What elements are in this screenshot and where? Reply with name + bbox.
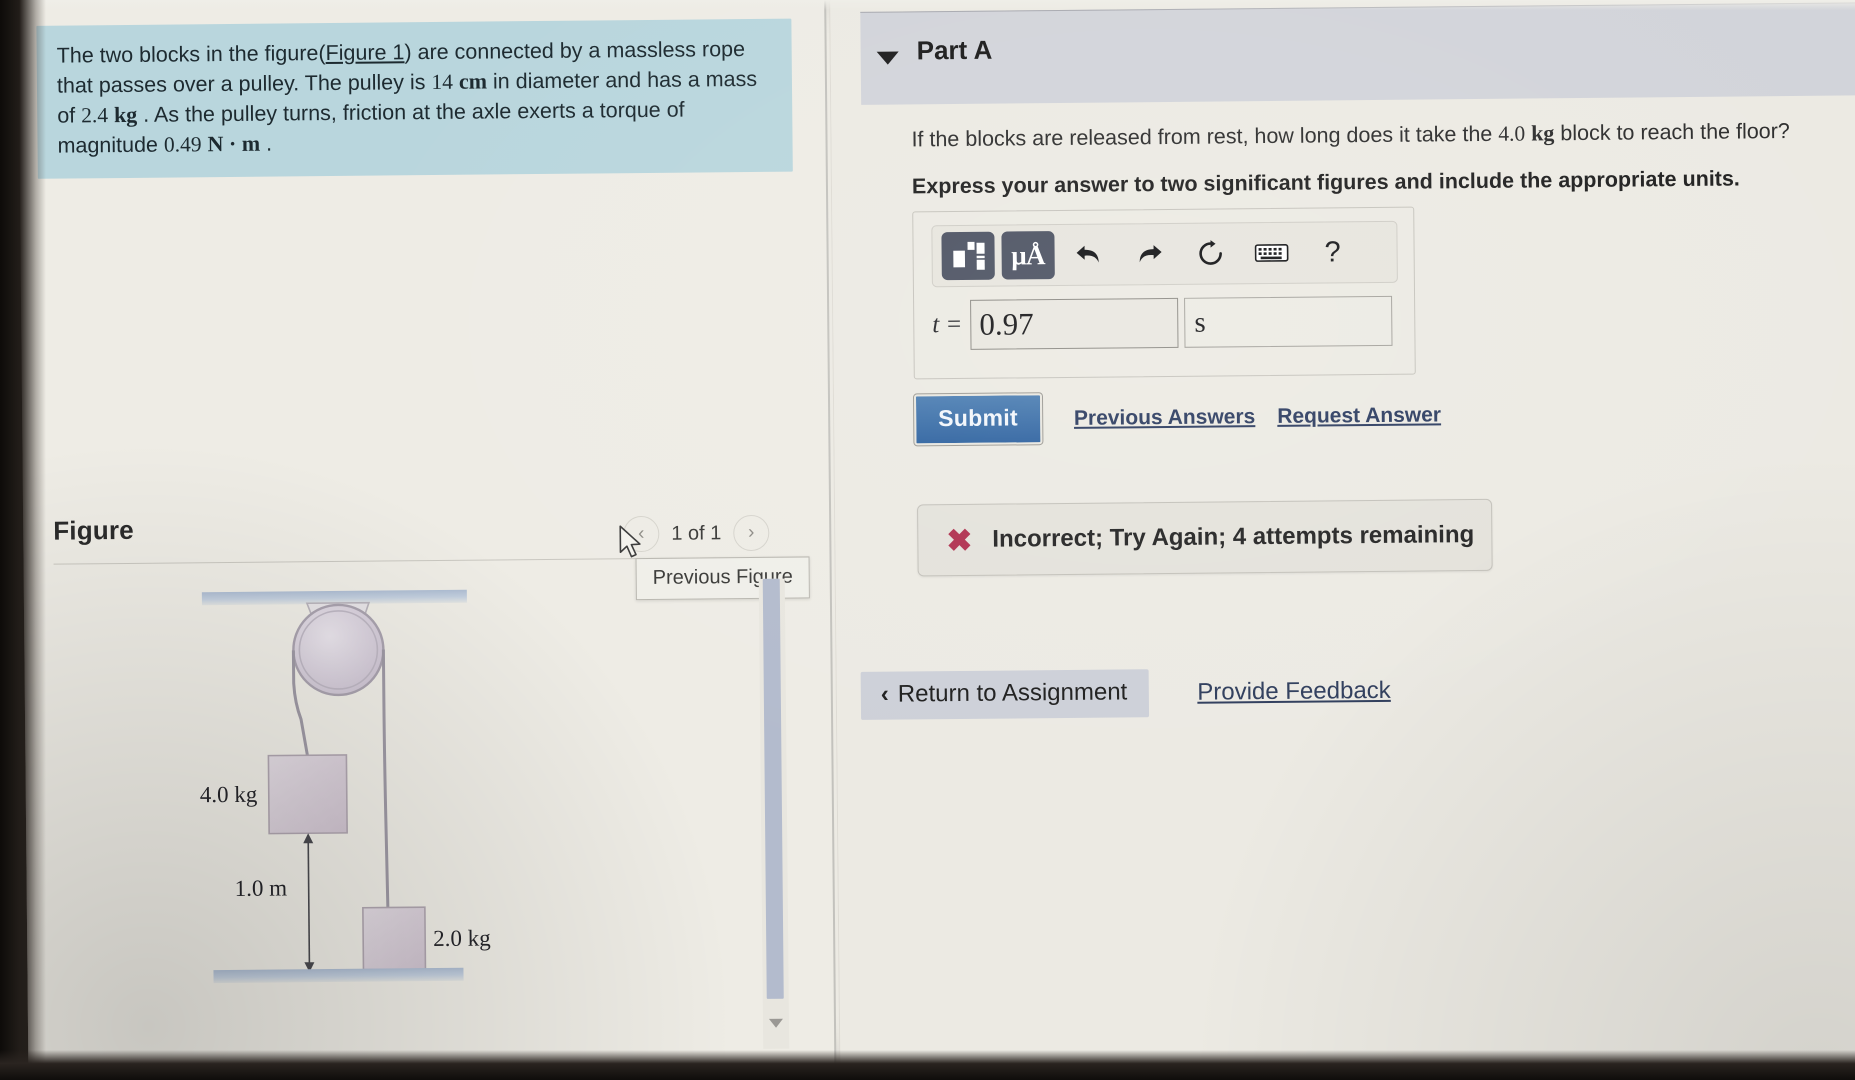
reset-button[interactable] <box>1183 229 1237 278</box>
keyboard-icon <box>1254 244 1289 262</box>
problem-text-part4: . As the pulley turns, friction at the a… <box>57 97 685 158</box>
footer-row: ‹ Return to Assignment Provide Feedback <box>860 667 1391 720</box>
submit-row: Submit Previous Answers Request Answer <box>912 389 1441 447</box>
pulley-diagram-svg: 4.0 kg 2.0 kg 1.0 m <box>200 589 491 984</box>
left-panel: The two blocks in the figure(Figure 1) a… <box>18 0 835 1080</box>
block-4kg <box>267 754 348 835</box>
return-to-assignment-button[interactable]: ‹ Return to Assignment <box>860 669 1150 720</box>
caret-down-icon[interactable] <box>876 51 899 65</box>
answer-entry-card: μÅ ? t = 0.97 s <box>912 206 1416 380</box>
result-message: Incorrect; Try Again; 4 attempts remaini… <box>992 521 1475 553</box>
x-mark-icon: ✖ <box>946 522 973 558</box>
question-text-part2: block to reach the floor? <box>1554 118 1790 146</box>
rope-right <box>381 649 390 908</box>
question-text-part1: If the blocks are released from rest, ho… <box>911 121 1499 152</box>
question-block-mass-value: 4.0 <box>1498 121 1526 146</box>
keyboard-button[interactable] <box>1244 229 1298 278</box>
figure-page-label: 1 of 1 <box>671 521 722 545</box>
redo-icon <box>1139 245 1162 263</box>
problem-statement-text: The two blocks in the figure(Figure 1) a… <box>57 35 773 161</box>
problem-text-part5: . <box>259 131 273 156</box>
help-button[interactable]: ? <box>1305 228 1359 277</box>
return-to-assignment-label: Return to Assignment <box>897 678 1128 708</box>
next-figure-button[interactable]: › <box>733 514 770 552</box>
template-button[interactable] <box>941 231 995 281</box>
part-a-header[interactable] <box>860 2 1855 105</box>
answer-unit-input[interactable]: s <box>1184 295 1393 348</box>
browser-viewport: The two blocks in the figure(Figure 1) a… <box>18 0 1855 1080</box>
result-feedback-box: ✖ Incorrect; Try Again; 4 attempts remai… <box>917 498 1493 577</box>
figure-scrollbar[interactable] <box>758 578 790 1049</box>
distance-arrow-head-top <box>303 833 314 844</box>
scrollbar-down-arrow-icon[interactable] <box>768 1018 784 1028</box>
question-text: If the blocks are released from rest, ho… <box>911 116 1855 153</box>
request-answer-link[interactable]: Request Answer <box>1277 403 1441 429</box>
units-button[interactable]: μÅ <box>1001 231 1055 280</box>
figure-1-link[interactable]: Figure 1 <box>325 40 404 65</box>
provide-feedback-link[interactable]: Provide Feedback <box>1197 677 1391 707</box>
distance-arrow-line <box>307 835 311 970</box>
torque-unit: N · m <box>207 130 261 157</box>
pulley-diameter-unit: cm <box>458 68 488 94</box>
answer-row: t = 0.97 s <box>932 295 1393 350</box>
pulley-diagram: 4.0 kg 2.0 kg 1.0 m <box>194 580 628 1004</box>
math-toolbar: μÅ ? <box>931 220 1398 288</box>
answer-instruction: Express your answer to two significant f… <box>911 166 1740 199</box>
distance-label: 1.0 m <box>235 875 288 901</box>
block-2kg <box>362 906 427 971</box>
block-2kg-label: 2.0 kg <box>433 926 491 952</box>
chevron-left-icon: ‹ <box>880 680 889 708</box>
redo-button[interactable] <box>1122 230 1176 279</box>
units-icon: μÅ <box>1011 239 1046 270</box>
pulley-mass-value: 2.4 <box>81 103 109 128</box>
pulley-diameter-value: 14 <box>431 69 454 95</box>
previous-answers-link[interactable]: Previous Answers <box>1074 405 1256 431</box>
undo-button[interactable] <box>1061 230 1115 279</box>
floor-bar <box>213 967 464 984</box>
mouse-cursor <box>619 525 641 558</box>
figure-pager: ‹ 1 of 1 › <box>623 514 770 553</box>
part-a-title: Part A <box>916 34 993 66</box>
problem-text-part1: The two blocks in the figure( <box>56 41 326 68</box>
answer-variable-label: t = <box>932 310 963 339</box>
photographed-screen: The two blocks in the figure(Figure 1) a… <box>0 0 1855 1080</box>
problem-statement-box: The two blocks in the figure(Figure 1) a… <box>36 18 793 179</box>
submit-button[interactable]: Submit <box>912 392 1044 447</box>
block-4kg-label: 4.0 kg <box>200 782 258 808</box>
torque-value: 0.49 <box>163 132 202 157</box>
pulley-mass-unit: kg <box>113 101 138 128</box>
undo-icon <box>1076 245 1099 263</box>
pulley-wheel <box>292 603 385 697</box>
reset-icon <box>1199 240 1222 265</box>
question-mark-icon: ? <box>1324 235 1341 268</box>
chevron-right-icon: › <box>748 521 755 544</box>
right-panel: Part A If the blocks are released from r… <box>829 0 1855 1079</box>
template-icon <box>951 241 985 270</box>
question-block-mass-unit: kg <box>1531 120 1555 146</box>
answer-value-input[interactable]: 0.97 <box>970 297 1179 350</box>
